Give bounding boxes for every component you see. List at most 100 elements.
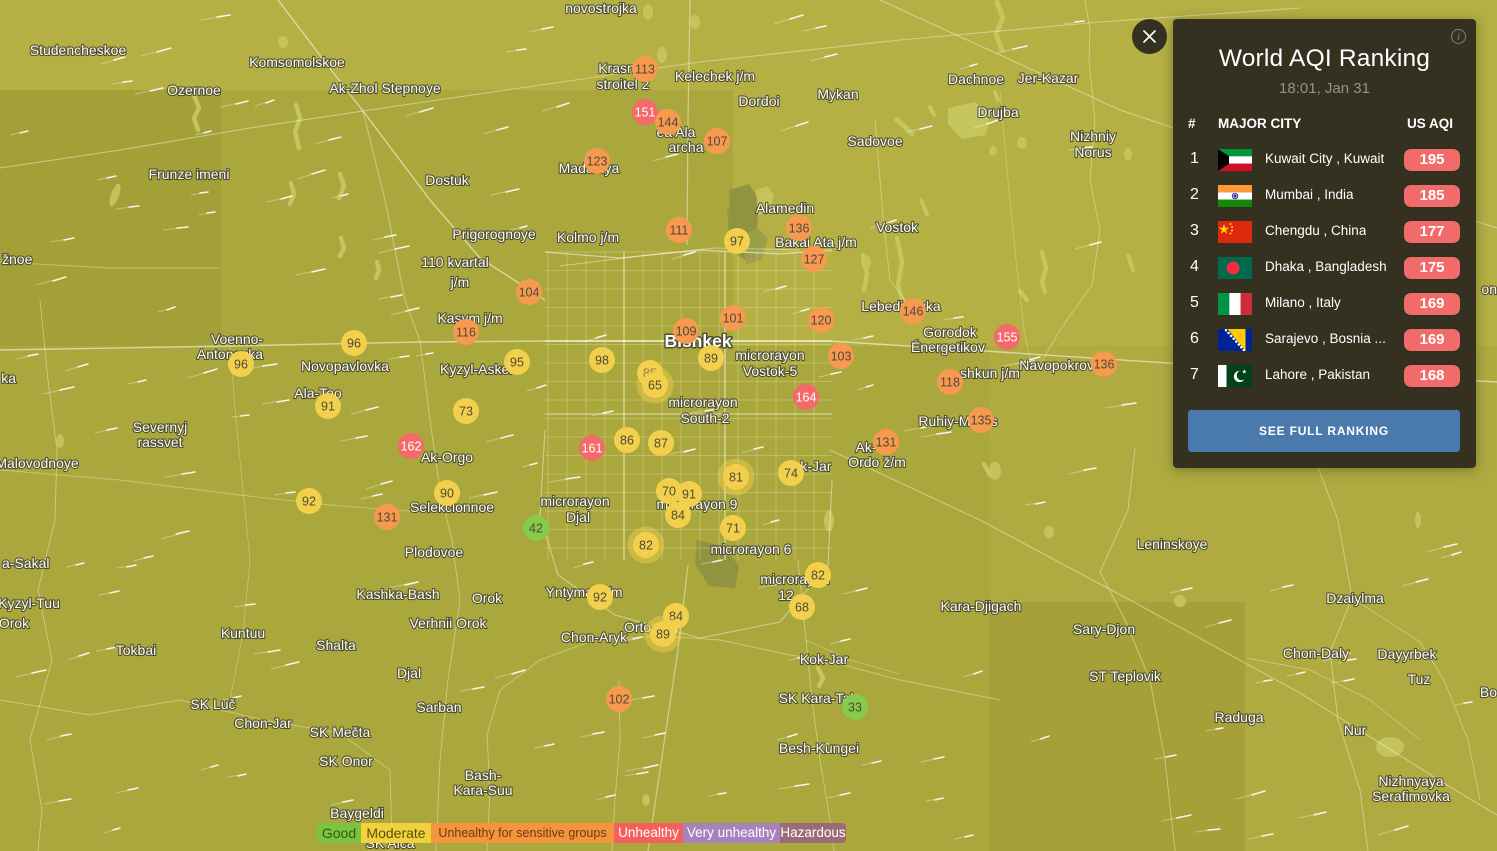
svg-text:Serafimovka: Serafimovka xyxy=(1372,788,1450,804)
svg-text:68: 68 xyxy=(795,601,809,615)
svg-text:ka: ka xyxy=(1,370,16,386)
svg-text:žnoe: žnoe xyxy=(2,251,33,267)
svg-text:Kelechek j/m: Kelechek j/m xyxy=(675,68,755,84)
svg-text:Ak-Zhol Stepnoye: Ak-Zhol Stepnoye xyxy=(329,80,440,96)
svg-text:90: 90 xyxy=(440,487,454,501)
svg-text:Voenno-: Voenno- xyxy=(211,331,263,347)
svg-text:Tokbai: Tokbai xyxy=(116,642,156,658)
svg-text:Vostok-5: Vostok-5 xyxy=(743,363,798,379)
svg-text:Bash-: Bash- xyxy=(465,767,502,783)
svg-text:Djal: Djal xyxy=(397,665,421,681)
svg-text:123: 123 xyxy=(587,155,608,169)
svg-text:Plodovoe: Plodovoe xyxy=(405,544,464,560)
svg-text:103: 103 xyxy=(831,350,852,364)
svg-text:118: 118 xyxy=(940,376,960,390)
svg-text:131: 131 xyxy=(876,436,897,450)
svg-text:Chon-Aryk: Chon-Aryk xyxy=(561,629,628,645)
svg-text:South-2: South-2 xyxy=(680,410,729,426)
svg-text:Mykan: Mykan xyxy=(817,86,858,102)
svg-text:SK Luč: SK Luč xyxy=(190,696,235,712)
svg-text:Dzaiylma: Dzaiylma xyxy=(1326,590,1384,606)
svg-text:144: 144 xyxy=(658,116,679,130)
svg-text:136: 136 xyxy=(1094,358,1115,372)
svg-text:Malovodnoye: Malovodnoye xyxy=(0,455,79,471)
svg-text:Kyzyl-Tuu: Kyzyl-Tuu xyxy=(0,595,60,611)
svg-text:Orok: Orok xyxy=(472,590,503,606)
svg-text:92: 92 xyxy=(593,591,607,605)
svg-text:Kashka-Bash: Kashka-Bash xyxy=(356,586,439,602)
svg-text:SK Mečta: SK Mečta xyxy=(310,724,371,740)
svg-text:113: 113 xyxy=(635,63,655,77)
svg-text:161: 161 xyxy=(582,442,603,456)
svg-text:Kok-Jar: Kok-Jar xyxy=(800,651,849,667)
svg-text:73: 73 xyxy=(459,405,473,419)
svg-text:Kara-Suu: Kara-Suu xyxy=(453,782,512,798)
svg-text:Prigorognoye: Prigorognoye xyxy=(452,226,535,242)
svg-text:novostrojka: novostrojka xyxy=(565,0,637,16)
svg-text:Chon-Jar: Chon-Jar xyxy=(234,715,292,731)
svg-text:Nur: Nur xyxy=(1344,722,1367,738)
svg-text:110 kvartal: 110 kvartal xyxy=(421,254,488,270)
svg-text:Vostok: Vostok xyxy=(876,219,919,235)
svg-text:Dachnoe: Dachnoe xyxy=(948,71,1004,87)
svg-text:96: 96 xyxy=(234,358,248,372)
svg-text:89: 89 xyxy=(656,628,670,642)
svg-text:86: 86 xyxy=(620,434,634,448)
svg-text:Djal: Djal xyxy=(566,509,590,525)
svg-text:shkun j/m: shkun j/m xyxy=(960,365,1020,381)
svg-text:Nizhniy: Nizhniy xyxy=(1070,128,1116,144)
svg-text:131: 131 xyxy=(377,511,398,525)
svg-text:107: 107 xyxy=(707,135,728,149)
svg-text:Komsomolskoe: Komsomolskoe xyxy=(249,54,345,70)
svg-text:Studencheskoe: Studencheskoe xyxy=(30,42,127,58)
svg-text:162: 162 xyxy=(401,440,422,454)
svg-text:104: 104 xyxy=(519,286,540,300)
svg-text:109: 109 xyxy=(676,325,697,339)
svg-text:Kolmo j/m: Kolmo j/m xyxy=(557,229,619,245)
svg-text:Alamedin: Alamedin xyxy=(756,200,814,216)
svg-text:151: 151 xyxy=(635,106,656,120)
svg-text:Chon-Daly: Chon-Daly xyxy=(1283,645,1349,661)
svg-text:65: 65 xyxy=(648,379,662,393)
svg-text:Tuz: Tuz xyxy=(1408,671,1431,687)
svg-text:111: 111 xyxy=(669,224,688,238)
svg-text:Ozernoe: Ozernoe xyxy=(167,82,221,98)
svg-text:70: 70 xyxy=(662,485,676,499)
svg-text:Shalta: Shalta xyxy=(316,637,356,653)
svg-text:Dostuk: Dostuk xyxy=(425,172,470,188)
svg-text:95: 95 xyxy=(510,356,524,370)
svg-text:Kyzyl-Asker: Kyzyl-Asker xyxy=(440,361,514,377)
svg-text:Gorodok: Gorodok xyxy=(923,324,978,340)
svg-text:a-Sakal: a-Sakal xyxy=(2,555,49,571)
svg-text:82: 82 xyxy=(811,569,825,583)
svg-text:Besh-Kungei: Besh-Kungei xyxy=(779,740,859,756)
svg-text:146: 146 xyxy=(903,305,924,319)
svg-text:98: 98 xyxy=(595,354,609,368)
svg-text:Novopavlovka: Novopavlovka xyxy=(301,358,389,374)
svg-text:102: 102 xyxy=(609,693,630,707)
svg-text:Kara-Djigach: Kara-Djigach xyxy=(941,598,1022,614)
svg-text:82: 82 xyxy=(639,539,653,553)
svg-text:Bo: Bo xyxy=(1480,684,1497,700)
svg-text:archa: archa xyxy=(668,139,703,155)
svg-text:Verhnii Orok: Verhnii Orok xyxy=(409,615,487,631)
svg-text:Drujba: Drujba xyxy=(977,104,1018,120)
svg-text:Sadovoe: Sadovoe xyxy=(847,133,902,149)
svg-text:33: 33 xyxy=(848,701,862,715)
svg-text:Orok: Orok xyxy=(0,615,30,631)
svg-text:Leninskoye: Leninskoye xyxy=(1137,536,1208,552)
svg-text:155: 155 xyxy=(997,331,1018,345)
svg-text:101: 101 xyxy=(723,312,744,326)
svg-text:Nizhnyaya: Nizhnyaya xyxy=(1378,773,1444,789)
svg-text:89: 89 xyxy=(704,352,718,366)
svg-text:81: 81 xyxy=(729,471,743,485)
svg-text:97: 97 xyxy=(730,235,744,249)
svg-text:SK Kara-Tal: SK Kara-Tal xyxy=(779,690,854,706)
svg-text:71: 71 xyxy=(726,522,740,536)
svg-text:135: 135 xyxy=(971,414,992,428)
svg-text:rassvet: rassvet xyxy=(137,434,182,450)
svg-text:120: 120 xyxy=(811,314,832,328)
svg-text:j/m: j/m xyxy=(450,274,470,290)
svg-text:Baygeldi: Baygeldi xyxy=(330,805,384,821)
svg-text:116: 116 xyxy=(456,326,476,340)
